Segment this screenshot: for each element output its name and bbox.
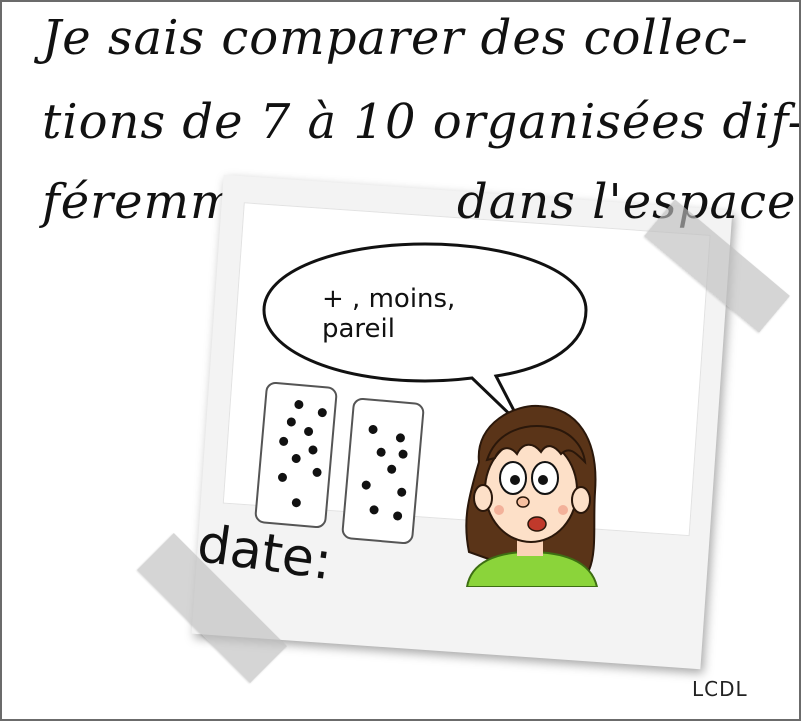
dot	[369, 504, 379, 515]
dot	[291, 453, 302, 464]
dot	[386, 464, 397, 475]
dot	[303, 426, 314, 437]
dot	[395, 433, 406, 443]
speech-line-2: pareil	[322, 314, 395, 344]
speech-line-1: + , moins,	[322, 284, 456, 314]
title-line-1: Je sais comparer des collec-	[42, 10, 749, 66]
dot	[392, 511, 403, 521]
dot	[291, 497, 302, 508]
dot	[294, 399, 304, 410]
dot	[277, 472, 288, 483]
dot-card-right	[340, 397, 426, 545]
dot	[278, 436, 289, 447]
dot	[396, 487, 407, 498]
speech-bubble-text: + , moins, pareil	[322, 284, 522, 344]
title-line-3-end: dans l'espace.	[457, 174, 801, 230]
dot	[376, 447, 387, 458]
dot	[361, 480, 372, 490]
title-line-2: tions de 7 à 10 organisées dif-	[42, 94, 801, 150]
dot	[286, 417, 297, 427]
dot-card-left	[253, 381, 339, 529]
dot	[398, 449, 408, 460]
dot	[312, 467, 322, 478]
dot	[317, 407, 328, 418]
dot	[308, 445, 318, 455]
girl-illustration	[465, 404, 599, 587]
credit-label: LCDL	[692, 677, 748, 701]
worksheet-frame: Je sais comparer des collec- tions de 7 …	[0, 0, 801, 721]
dot	[368, 424, 378, 435]
